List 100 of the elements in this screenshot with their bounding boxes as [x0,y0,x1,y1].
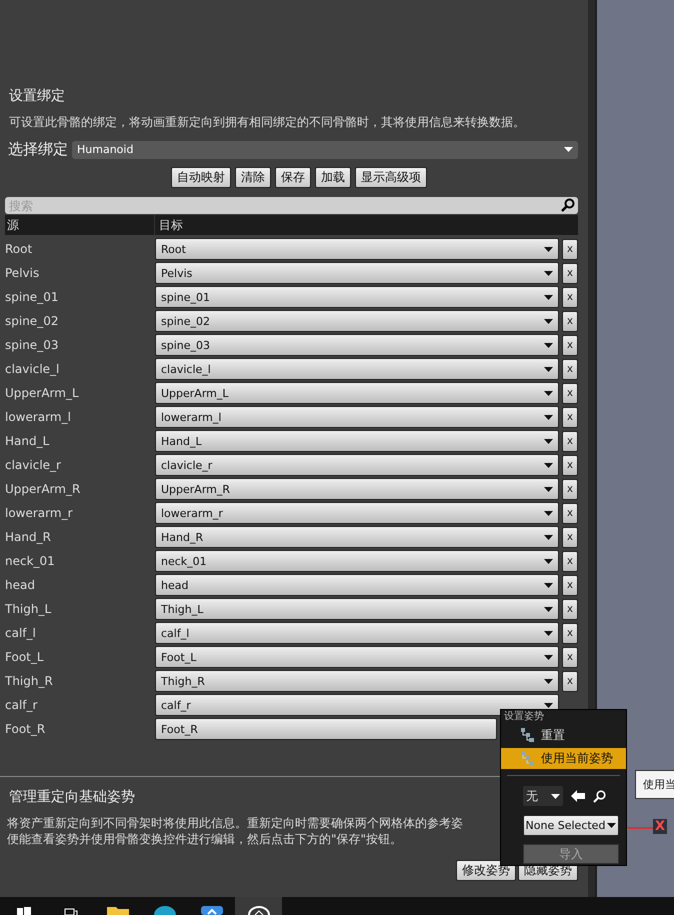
caret-icon [544,294,553,300]
toolbar-button[interactable]: 清除 [235,167,271,188]
toolbar-button[interactable]: 显示高级项 [355,167,427,188]
clear-button[interactable]: x [562,382,578,404]
browser-icon[interactable] [154,906,176,915]
source-bone: UpperArm_L [5,386,80,400]
clear-button[interactable]: x [562,478,578,500]
caret-icon [544,678,553,684]
target-bone-dropdown[interactable]: spine_03 [155,334,559,356]
windows-icon[interactable] [16,907,30,915]
target-bone-dropdown[interactable]: neck_01 [155,550,559,572]
clear-button[interactable]: x [562,646,578,668]
source-bone: spine_01 [5,290,60,304]
caret-icon [544,270,553,276]
source-bone: Foot_R [5,722,46,736]
caret-icon [544,486,553,492]
back-arrow-icon[interactable] [571,790,585,802]
clear-button[interactable]: x [562,334,578,356]
source-bone: lowerarm_r [5,506,74,520]
clear-button[interactable]: x [562,286,578,308]
clear-button[interactable]: x [562,406,578,428]
source-bone: clavicle_l [5,362,60,376]
caret-icon [544,318,553,324]
clear-button[interactable]: x [562,670,578,692]
clear-button[interactable]: x [562,622,578,644]
clear-button[interactable]: x [562,598,578,620]
caret-icon [544,654,553,660]
description-text: 将资产重新定向到不同骨架时将使用此信息。重新定向时需要确保两个网格体的参考姿 [7,815,463,831]
clear-button[interactable]: x [562,430,578,452]
app-icon[interactable] [200,906,222,915]
source-bone: neck_01 [5,554,56,568]
target-bone-dropdown[interactable]: head [155,574,559,596]
engine-logo-icon[interactable] [248,906,270,915]
target-bone-dropdown[interactable]: Thigh_L [155,598,559,620]
target-bone-dropdown[interactable]: Thigh_R [155,670,559,692]
source-bone: clavicle_r [5,458,62,472]
clear-button[interactable]: x [562,502,578,524]
description-text: 便能查看姿势并使用骨骼变换控件进行编辑，然后点击下方的"保存"按钮。 [7,831,402,847]
target-bone-dropdown[interactable]: UpperArm_R [155,478,559,500]
task-view-icon[interactable] [64,908,78,915]
target-bone-dropdown[interactable]: clavicle_l [155,358,559,380]
target-bone-dropdown[interactable]: lowerarm_r [155,502,559,524]
source-bone: lowerarm_l [5,410,72,424]
source-bone: spine_03 [5,338,60,352]
folder-icon[interactable] [106,907,128,915]
source-bone: calf_l [5,626,37,640]
search-icon [561,198,575,212]
caret-icon [544,366,553,372]
source-bone: Foot_L [5,650,45,664]
caret-icon [544,630,553,636]
menu-item[interactable]: 使用当前姿势 [501,748,626,769]
target-bone-dropdown[interactable]: Pelvis [155,262,559,284]
target-bone-dropdown[interactable]: UpperArm_L [155,382,559,404]
description-text: 可设置此骨骼的绑定，将动画重新定向到拥有相同绑定的不同骨骼时，其将使用信息来转换数据。 [8,114,526,131]
binding-dropdown[interactable]: Humanoid [72,140,578,158]
clear-button[interactable]: x [562,574,578,596]
source-bone: head [5,578,36,592]
field-label: 选择绑定 [8,140,68,159]
target-bone-dropdown[interactable]: spine_01 [155,286,559,308]
clear-button[interactable]: x [562,526,578,548]
target-bone-dropdown[interactable]: calf_l [155,622,559,644]
source-bone: Thigh_R [5,674,54,688]
search-icon[interactable] [593,790,606,802]
toolbar-button[interactable]: 加载 [315,167,351,188]
caret-icon [544,510,553,516]
target-bone-dropdown[interactable]: clavicle_r [155,454,559,476]
target-bone-dropdown[interactable]: spine_02 [155,310,559,332]
target-bone-dropdown[interactable]: Root [155,238,559,260]
caret-icon [544,342,553,348]
target-bone-dropdown[interactable]: Hand_L [155,430,559,452]
bone-tree-icon [521,728,535,743]
target-bone-dropdown[interactable]: Foot_R [155,718,497,740]
clear-button[interactable]: x [562,550,578,572]
target-bone-dropdown[interactable]: lowerarm_l [155,406,559,428]
pose-dropdown[interactable]: 无 [523,786,563,806]
source-bone: spine_02 [5,314,60,328]
source-bone: UpperArm_R [5,482,82,496]
caret-icon [544,246,553,252]
caret-icon [607,823,616,828]
target-bone-dropdown[interactable]: Hand_R [155,526,559,548]
clear-button[interactable]: x [562,358,578,380]
clear-button[interactable]: x [562,454,578,476]
source-bone: Thigh_L [5,602,52,616]
column-header: 源 [5,215,155,235]
caret-icon [544,582,553,588]
section-title: 管理重定向基础姿势 [9,788,135,807]
bone-tree-icon [521,751,535,766]
caret-icon [544,438,553,444]
toolbar-button[interactable]: 自动映射 [171,167,231,188]
clear-button[interactable]: x [562,238,578,260]
caret-icon [544,390,553,396]
clear-button[interactable]: x [562,310,578,332]
source-bone: calf_r [5,698,38,712]
source-bone: Pelvis [5,266,40,280]
asset-dropdown[interactable]: None Selected [523,815,619,836]
section-title: 设置绑定 [9,87,65,106]
toolbar-button[interactable]: 保存 [275,167,311,188]
target-bone-dropdown[interactable]: Foot_L [155,646,559,668]
caret-icon [544,414,553,420]
clear-button[interactable]: x [562,262,578,284]
